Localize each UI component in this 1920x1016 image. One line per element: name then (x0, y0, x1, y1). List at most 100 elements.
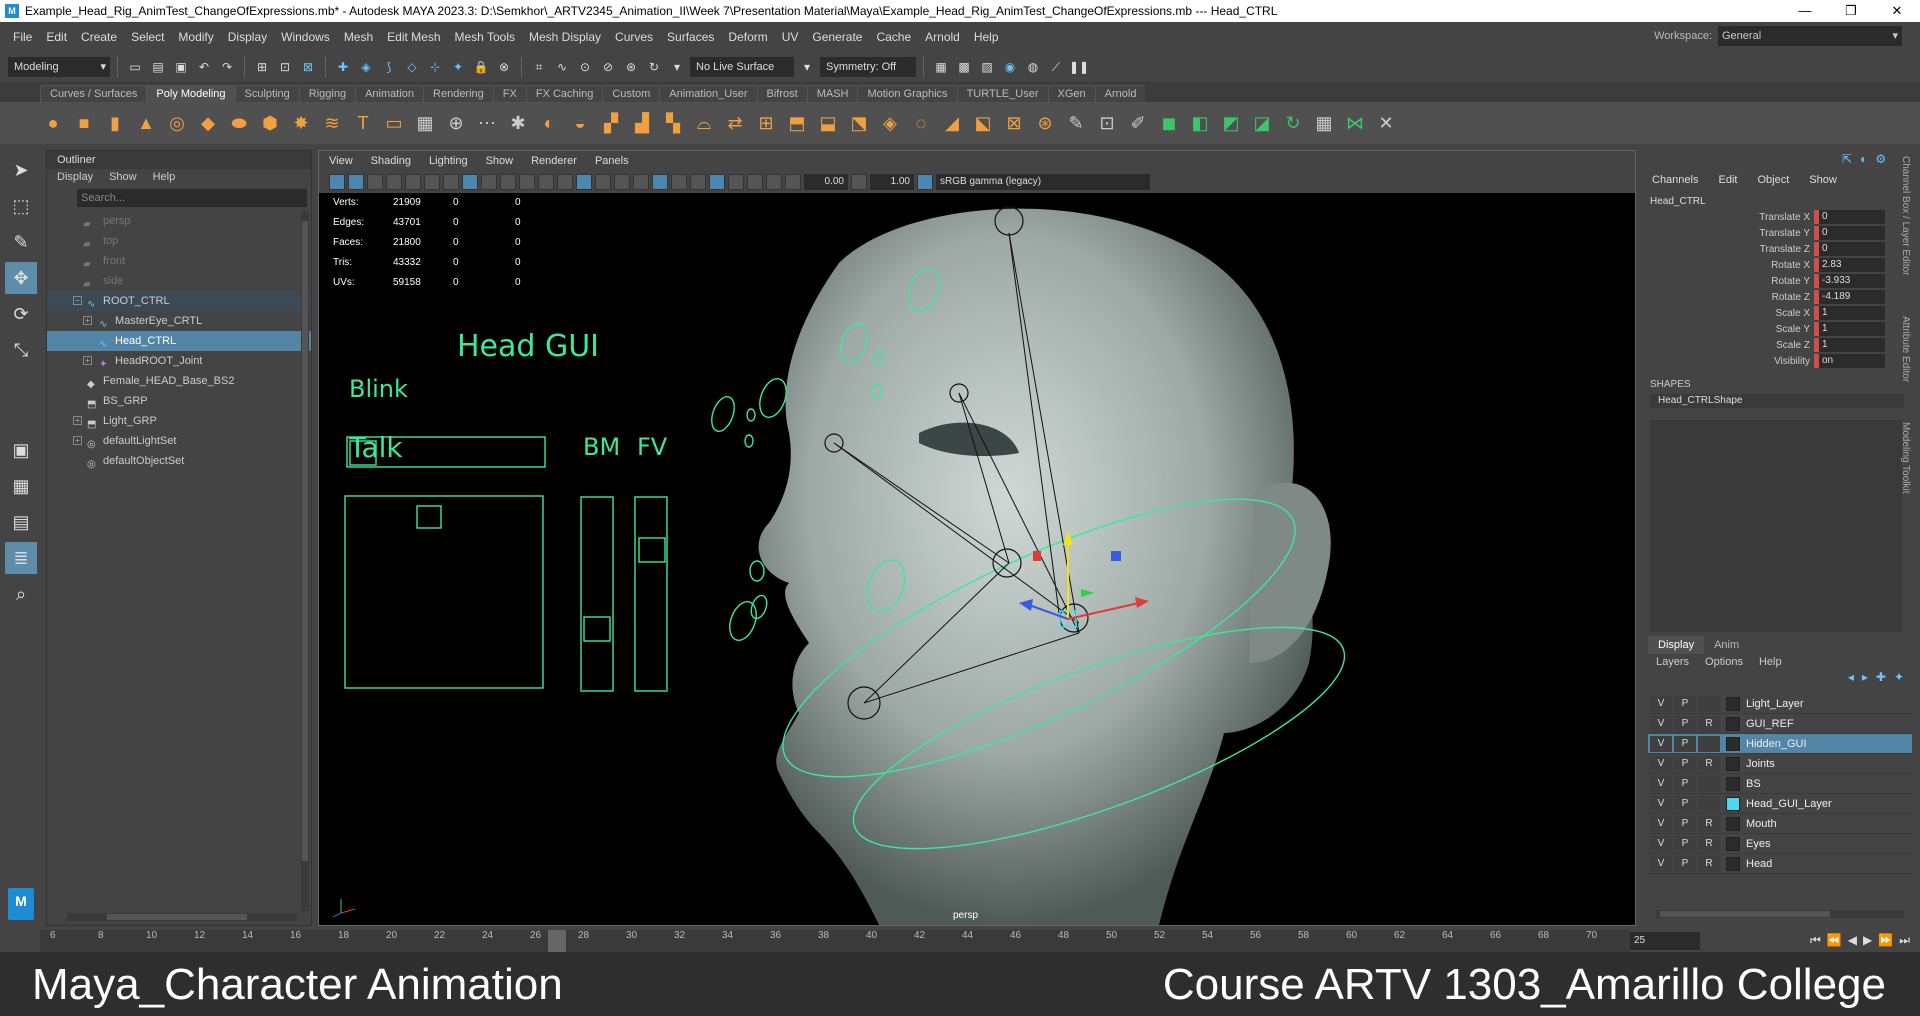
layer-row[interactable]: V P Light_Layer (1648, 694, 1912, 714)
safe-action-icon[interactable] (538, 174, 554, 190)
paint-select-icon[interactable]: ✎ (5, 226, 37, 258)
menu-display[interactable]: Display (221, 30, 274, 44)
layer-row[interactable]: V P BS (1648, 774, 1912, 794)
playback-toggle[interactable]: P (1674, 715, 1696, 732)
snap-grid-icon[interactable]: ⌗ (529, 57, 549, 77)
tab-display[interactable]: Display (1648, 636, 1705, 654)
pick-mask-4-icon[interactable]: ◇ (402, 57, 422, 77)
mirror-icon[interactable]: ⇄ (722, 110, 748, 136)
layer-color-swatch[interactable] (1726, 736, 1740, 751)
playback-toggle[interactable]: P (1674, 735, 1696, 752)
lasso-tool-icon[interactable]: ⬚ (5, 190, 37, 222)
expand-icon[interactable]: + (73, 436, 82, 445)
display-type-toggle[interactable]: R (1698, 855, 1720, 872)
shelf-tab[interactable]: Animation (355, 85, 424, 102)
new-layer-icon[interactable]: ✚ (1876, 670, 1886, 690)
grow-selection-icon[interactable]: ↻ (1280, 110, 1306, 136)
talk-area-frame[interactable] (344, 495, 544, 689)
layer-menu-options[interactable]: Options (1705, 656, 1743, 668)
layer-menu-layers[interactable]: Layers (1656, 656, 1689, 668)
redo-icon[interactable]: ↷ (217, 57, 237, 77)
outliner-horizontal-scrollbar[interactable] (67, 913, 297, 921)
menu-surfaces[interactable]: Surfaces (660, 30, 721, 44)
pause-icon[interactable]: ❚❚ (1069, 57, 1089, 77)
tool-settings-toggle-icon[interactable]: ⚙ (1875, 152, 1886, 166)
menu-edit[interactable]: Edit (39, 30, 74, 44)
layer-color-swatch[interactable] (1726, 796, 1740, 811)
snap-surface-icon[interactable]: ⊛ (621, 57, 641, 77)
poly-disc-icon[interactable]: ⬬ (226, 110, 252, 136)
rotate-tool-icon[interactable]: ⟳ (5, 298, 37, 330)
menu-file[interactable]: File (6, 30, 39, 44)
collapse-icon[interactable]: − (73, 296, 82, 305)
grid-icon[interactable] (443, 174, 459, 190)
display-type-toggle[interactable] (1698, 735, 1720, 752)
lid-control[interactable] (746, 408, 756, 422)
separate-icon[interactable]: ◒ (567, 110, 593, 136)
menu-cache[interactable]: Cache (869, 30, 918, 44)
append-icon[interactable]: ⬔ (846, 110, 872, 136)
list-item[interactable]: + ⬒ Light_GRP (47, 411, 311, 431)
shelf-tab-active[interactable]: Poly Modeling (146, 85, 235, 102)
checker-icon[interactable]: ▦ (1311, 110, 1337, 136)
layer-color-swatch[interactable] (1726, 716, 1740, 731)
field-chart-icon[interactable] (519, 174, 535, 190)
menu-help[interactable]: Help (967, 30, 1006, 44)
menu-generate[interactable]: Generate (805, 30, 869, 44)
sweep-mesh-icon[interactable]: ≋ (319, 110, 345, 136)
visibility-toggle[interactable]: V (1650, 855, 1672, 872)
sculpt-brush-icon[interactable]: ✎ (1063, 110, 1089, 136)
channel-value[interactable]: 1 (1819, 306, 1885, 320)
move-layer-down-icon[interactable]: ▸ (1862, 670, 1868, 690)
new-layer-selected-icon[interactable]: ✦ (1894, 670, 1904, 690)
layer-row[interactable]: V P R Joints (1648, 754, 1912, 774)
channel-name[interactable]: Translate Y (1642, 228, 1814, 239)
shelf-tab[interactable]: Animation_User (659, 85, 757, 102)
four-view-icon[interactable]: ▦ (5, 470, 37, 502)
gamma-field[interactable]: 1.00 (870, 174, 914, 190)
viewport-canvas[interactable]: Head GUI Blink Talk BM FV Verts: 21909 0 0 … (319, 193, 1635, 925)
select-component-icon[interactable]: ⊠ (298, 57, 318, 77)
channel-name[interactable]: Scale Y (1642, 324, 1814, 335)
textured-icon[interactable] (614, 174, 630, 190)
select-hierarchy-icon[interactable]: ⊞ (252, 57, 272, 77)
outliner-menu-show[interactable]: Show (109, 171, 137, 183)
channel-name[interactable]: Scale Z (1642, 340, 1814, 351)
viewport-menu-view[interactable]: View (329, 155, 353, 167)
select-object-icon[interactable]: ⊡ (275, 57, 295, 77)
play-icon[interactable]: ▶ (1863, 933, 1872, 948)
image-plane-icon[interactable] (386, 174, 402, 190)
shelf-tab[interactable]: Arnold (1094, 85, 1146, 102)
visibility-toggle[interactable]: V (1650, 735, 1672, 752)
channel-name[interactable]: Translate Z (1642, 244, 1814, 255)
display-type-toggle[interactable] (1698, 795, 1720, 812)
layer-row[interactable]: V P R GUI_REF (1648, 714, 1912, 734)
close-button[interactable]: ✕ (1874, 0, 1920, 22)
menu-windows[interactable]: Windows (274, 30, 337, 44)
channel-value[interactable]: 1 (1819, 338, 1885, 352)
restore-button[interactable]: ❐ (1828, 0, 1874, 22)
display-type-toggle[interactable]: R (1698, 715, 1720, 732)
outliner-vertical-scrollbar[interactable] (301, 211, 309, 911)
layer-row[interactable]: V P Head_GUI_Layer (1648, 794, 1912, 814)
bm-slider-frame[interactable] (580, 496, 614, 692)
use-lights-icon[interactable] (633, 174, 649, 190)
channel-value[interactable]: 2.83 (1819, 258, 1885, 272)
side-tab-attribute-editor[interactable]: Attribute Editor (1900, 316, 1911, 382)
menu-curves[interactable]: Curves (608, 30, 660, 44)
xray-components-icon[interactable] (766, 174, 782, 190)
channel-value[interactable]: on (1819, 354, 1885, 368)
display-type-toggle[interactable]: R (1698, 835, 1720, 852)
channel-value[interactable]: 1 (1819, 322, 1885, 336)
talk-handle[interactable] (416, 505, 442, 529)
wireframe-icon[interactable] (557, 174, 573, 190)
xray-joints-icon[interactable] (747, 174, 763, 190)
menu-modify[interactable]: Modify (171, 30, 220, 44)
playback-toggle[interactable]: P (1674, 755, 1696, 772)
expand-icon[interactable]: + (83, 316, 92, 325)
gamma-icon[interactable] (851, 174, 867, 190)
menu-mesh-tools[interactable]: Mesh Tools (448, 30, 522, 44)
scrollbar-thumb[interactable] (302, 221, 308, 861)
ambient-occlusion-icon[interactable] (671, 174, 687, 190)
time-slider[interactable]: 6 8 10 12 14 16 18 20 22 24 26 28 30 32 34 36 38 40 42 44 46… (0, 930, 1920, 952)
